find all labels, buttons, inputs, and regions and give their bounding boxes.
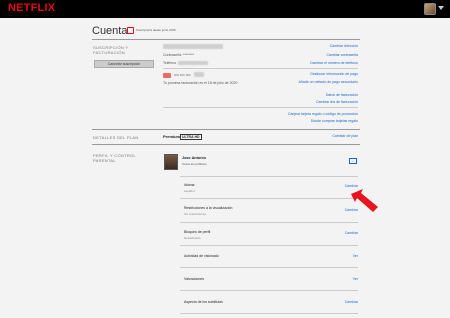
divider xyxy=(163,68,358,69)
plan-name: Premium xyxy=(163,134,181,139)
divider xyxy=(92,144,360,145)
cancel-membership-button[interactable]: Cancelar suscripción xyxy=(94,60,154,68)
profile-row-title: Restricciones a la visualización xyxy=(184,206,233,210)
card-brand-icon xyxy=(163,73,171,78)
phone-label: Teléfono xyxy=(163,61,177,65)
profile-subtitle: Todos los públicos xyxy=(182,162,207,166)
divider xyxy=(92,39,360,40)
divider xyxy=(180,198,358,199)
change-plan-link[interactable]: Cambiar de plan xyxy=(332,134,358,138)
red-arrow-annotation xyxy=(351,189,378,212)
profile-row-title: Aspecto de los subtítulos xyxy=(184,300,223,304)
card-digits-redacted xyxy=(194,72,204,77)
change-billing-day-link[interactable]: Cambiar día de facturación xyxy=(316,100,358,104)
section-label-plan: DETALLES DEL PLAN xyxy=(93,135,139,140)
chevron-down-icon[interactable] xyxy=(438,6,444,10)
divider xyxy=(92,129,360,130)
divider xyxy=(180,267,358,268)
netflix-logo[interactable]: NETFLIX xyxy=(8,2,55,14)
profile-row-value: Desactivado xyxy=(184,236,201,240)
profile-name: Jose Antonio xyxy=(182,156,206,160)
phone-redacted xyxy=(178,61,208,65)
change-phone-link[interactable]: Cambiar el número de teléfono xyxy=(310,61,358,65)
section-label-membership: SUSCRIPCIÓN Y FACTURACIÓN xyxy=(93,45,129,55)
divider xyxy=(180,313,358,314)
card-number: •••• •••• •••• xyxy=(174,73,191,77)
profile-row-title: Bloqueo de perfil xyxy=(184,230,211,234)
profile-row-title: Actividad de visionado xyxy=(184,254,219,258)
section-label-profile: PERFIL Y CONTROL PARENTAL xyxy=(93,153,136,163)
change-profile-lock-link[interactable]: Cambiar xyxy=(345,231,358,235)
change-email-link[interactable]: Cambiar dirección xyxy=(330,44,358,48)
view-activity-link[interactable]: Ver xyxy=(353,254,358,258)
password-label: Contraseña: ******** xyxy=(163,53,194,57)
plan-badge: ULTRA HD xyxy=(180,134,202,140)
manage-payment-link[interactable]: Gestionar información de pago xyxy=(310,72,358,76)
profile-row-value: Sin restricciones xyxy=(184,212,207,216)
profile-toggle-button[interactable]: ⌄ xyxy=(349,158,357,164)
change-password-link[interactable]: Cambiar contraseña xyxy=(326,53,358,57)
divider xyxy=(180,176,358,177)
profile-row-title: Valoraciones xyxy=(184,277,204,281)
divider xyxy=(180,245,358,246)
avatar-icon[interactable] xyxy=(424,3,436,15)
add-backup-payment-link[interactable]: Añadir un método de pago secundario xyxy=(288,80,358,85)
divider xyxy=(163,107,358,108)
redeem-gift-link[interactable]: Canjear tarjeta regalo o código de promo… xyxy=(288,112,358,116)
page-title: Cuenta xyxy=(92,25,128,37)
member-since-icon xyxy=(127,27,134,34)
email-redacted xyxy=(163,44,223,49)
member-since-text: Suscriptor/a desde junio 2015 xyxy=(136,28,176,32)
change-subtitle-appearance-link[interactable]: Cambiar xyxy=(345,300,358,304)
view-ratings-link[interactable]: Ver xyxy=(353,277,358,281)
buy-gift-link[interactable]: Dónde comprar tarjetas regalo xyxy=(311,119,358,123)
profile-row-title: Idioma xyxy=(184,183,195,187)
profile-avatar[interactable] xyxy=(164,154,178,170)
next-billing-text: Tu próxima facturación es el 18 de julio… xyxy=(163,81,238,85)
profile-row-value: español xyxy=(184,189,195,193)
divider xyxy=(180,290,358,291)
top-bar: NETFLIX xyxy=(0,0,450,18)
divider xyxy=(180,222,358,223)
billing-details-link[interactable]: Datos de facturación xyxy=(326,93,358,97)
